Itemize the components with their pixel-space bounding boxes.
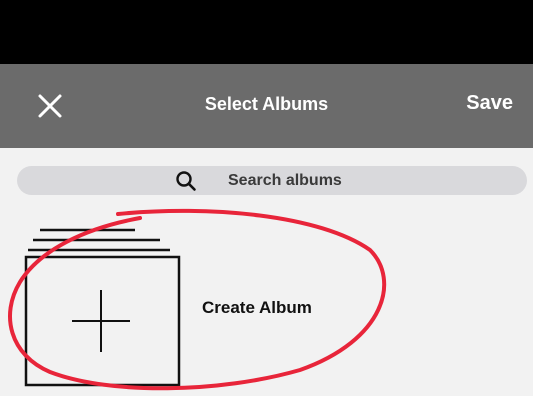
search-input[interactable]: Search albums: [17, 166, 527, 195]
close-button[interactable]: [26, 88, 70, 126]
close-icon: [38, 94, 62, 118]
search-icon: [176, 171, 196, 191]
page-title: Select Albums: [204, 94, 329, 114]
plus-icon: [24, 228, 181, 387]
search-placeholder: Search albums: [228, 172, 342, 189]
create-album-label: Create Album: [202, 298, 312, 317]
album-picker: Search albums Create Album: [0, 148, 533, 396]
status-bar: [0, 0, 533, 64]
nav-bar: Select Albums Save: [0, 64, 533, 148]
create-album-button[interactable]: Create Album: [0, 220, 533, 396]
save-button[interactable]: Save: [466, 92, 513, 115]
